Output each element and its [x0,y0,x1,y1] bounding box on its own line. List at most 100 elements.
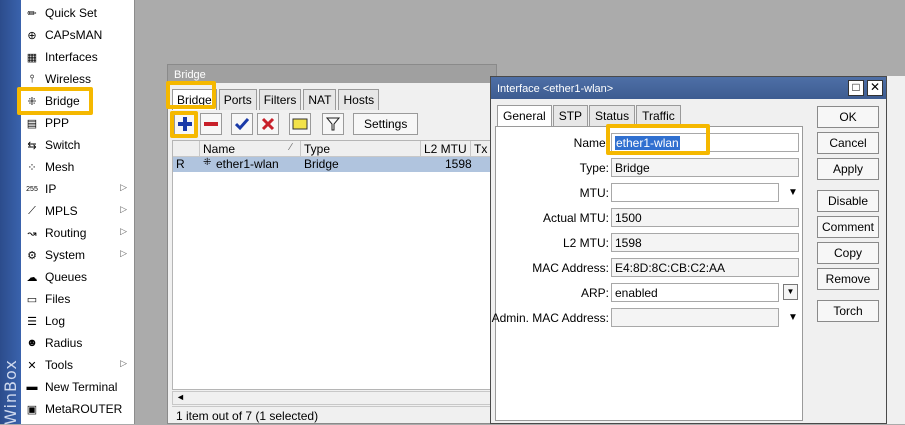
menu-item-capsman[interactable]: ⊕ CAPsMAN [23,24,133,46]
menu-item-quick-set[interactable]: ✏ Quick Set [23,2,133,24]
log-icon: ☰ [27,315,37,328]
winbox-side-strip: WinBox [0,0,21,425]
menu-item-label: Files [45,292,71,306]
submenu-arrow-icon: ▷ [120,226,127,236]
arp-label: ARP: [580,286,609,300]
menu-item-mesh[interactable]: ⁘ Mesh [23,156,133,178]
col-name[interactable]: Name [203,142,235,156]
menu-item-ppp[interactable]: ▤ PPP [23,112,133,134]
menu-item-routing[interactable]: ↝ Routing ▷ [23,222,133,244]
tab-general[interactable]: General [497,105,552,126]
menu-item-switch[interactable]: ⇆ Switch [23,134,133,156]
scroll-left-icon[interactable]: ◄ [176,392,185,402]
actual-mtu-label: Actual MTU: [542,211,609,225]
bridge-window-title[interactable]: Bridge [168,65,496,83]
menu-item-label: Interfaces [45,50,98,64]
mtu-field[interactable] [611,183,779,202]
menu-item-label: Routing [45,226,87,240]
apply-button[interactable]: Apply [817,158,879,180]
tab-stp[interactable]: STP [552,105,589,126]
admin-mac-dropdown-icon[interactable]: ▼ [788,312,798,323]
note-icon [292,118,308,130]
copy-button[interactable]: Copy [817,242,879,264]
submenu-arrow-icon: ▷ [120,182,127,192]
col-l2mtu[interactable]: L2 MTU [424,142,467,156]
menu-item-files[interactable]: ▭ Files [23,288,133,310]
metarouter-icon: ▣ [26,403,38,416]
comment-button[interactable] [289,113,311,135]
row-flag: R [176,157,185,171]
menu-item-metarouter[interactable]: ▣ MetaROUTER [23,398,133,420]
menu-item-tools[interactable]: ✕ Tools ▷ [23,354,133,376]
menu-item-queues[interactable]: ☁ Queues [23,266,133,288]
menu-item-mpls[interactable]: ⟋ MPLS ▷ [23,200,133,222]
x-icon [261,117,275,131]
status-bar: 1 item out of 7 (1 selected) [172,406,494,423]
switch-icon: ⇆ [27,139,37,152]
torch-button[interactable]: Torch [817,300,879,322]
enable-button[interactable] [231,113,253,135]
actual-mtu-row: Actual MTU: 1500 [496,208,804,228]
bridge-menu-highlight [17,87,93,115]
menu-item-radius[interactable]: ☻ Radius [23,332,133,354]
queues-icon: ☁ [26,271,38,284]
dialog-title-bar[interactable]: Interface <ether1-wlan> □ ✕ [491,77,886,99]
remove-button[interactable]: Remove [817,268,879,290]
horizontal-scrollbar[interactable]: ◄ [172,391,494,405]
l2-mtu-field: 1598 [611,233,799,252]
dialog-title: Interface <ether1-wlan> [497,83,614,95]
mtu-dropdown-icon[interactable]: ▼ [788,187,798,198]
col-tx[interactable]: Tx [474,142,487,156]
arp-select[interactable]: enabled [611,283,779,302]
menu-item-label: Radius [45,336,83,350]
table-row[interactable]: R ⁜ ether1-wlan Bridge 1598 [173,157,493,172]
sort-icon: ∕ [290,142,292,153]
filter-button[interactable] [322,113,344,135]
brand-label: WinBox [1,359,20,425]
radius-icon: ☻ [26,337,38,349]
admin-mac-row: Admin. MAC Address: ▼ [492,308,804,328]
disable-button[interactable]: Disable [817,190,879,212]
routing-icon: ↝ [27,227,37,240]
settings-button[interactable]: Settings [353,113,419,135]
mesh-icon: ⁘ [27,161,37,174]
col-type[interactable]: Type [304,142,330,156]
capsman-icon: ⊕ [27,29,37,42]
menu-item-ip[interactable]: 255 IP ▷ [23,178,133,200]
close-icon[interactable]: ✕ [867,80,883,96]
ok-button[interactable]: OK [817,106,879,128]
name-field-highlight [606,124,710,155]
menu-item-label: IP [45,182,57,196]
comment-button[interactable]: Comment [817,216,879,238]
minus-icon [204,122,218,126]
menu-item-label: Wireless [45,72,92,86]
tab-nat[interactable]: NAT [303,89,337,110]
bridge-tab-highlight [166,81,216,109]
type-field: Bridge [611,158,799,177]
table-header: Name ∕ Type L2 MTU Tx [173,141,493,157]
menu-item-new-terminal[interactable]: ▬ New Terminal [23,376,133,398]
remove-button[interactable] [200,113,222,135]
tab-hosts[interactable]: Hosts [338,89,380,110]
menu-item-label: MetaROUTER [45,402,123,416]
admin-mac-field[interactable] [611,308,779,327]
menu-item-system[interactable]: ⚙ System ▷ [23,244,133,266]
arp-dropdown-icon[interactable]: ▼ [783,284,798,300]
wireless-icon: ⫯ [29,72,35,85]
type-row: Type: Bridge [496,158,804,178]
l2-mtu-row: L2 MTU: 1598 [496,233,804,253]
system-icon: ⚙ [27,249,37,262]
cancel-button[interactable]: Cancel [817,132,879,154]
menu-item-log[interactable]: ☰ Log [23,310,133,332]
menu-item-label: New Terminal [45,380,118,394]
tab-traffic[interactable]: Traffic [636,105,681,126]
mac-row: MAC Address: E4:8D:8C:CB:C2:AA [496,258,804,278]
menu-item-interfaces[interactable]: ▦ Interfaces [23,46,133,68]
menu-item-label: Tools [45,358,74,372]
disable-button[interactable] [257,113,279,135]
maximize-icon[interactable]: □ [848,80,864,96]
tab-filters[interactable]: Filters [258,89,302,110]
tab-status[interactable]: Status [589,105,636,126]
menu-item-label: Mesh [45,160,75,174]
tab-ports[interactable]: Ports [218,89,257,110]
